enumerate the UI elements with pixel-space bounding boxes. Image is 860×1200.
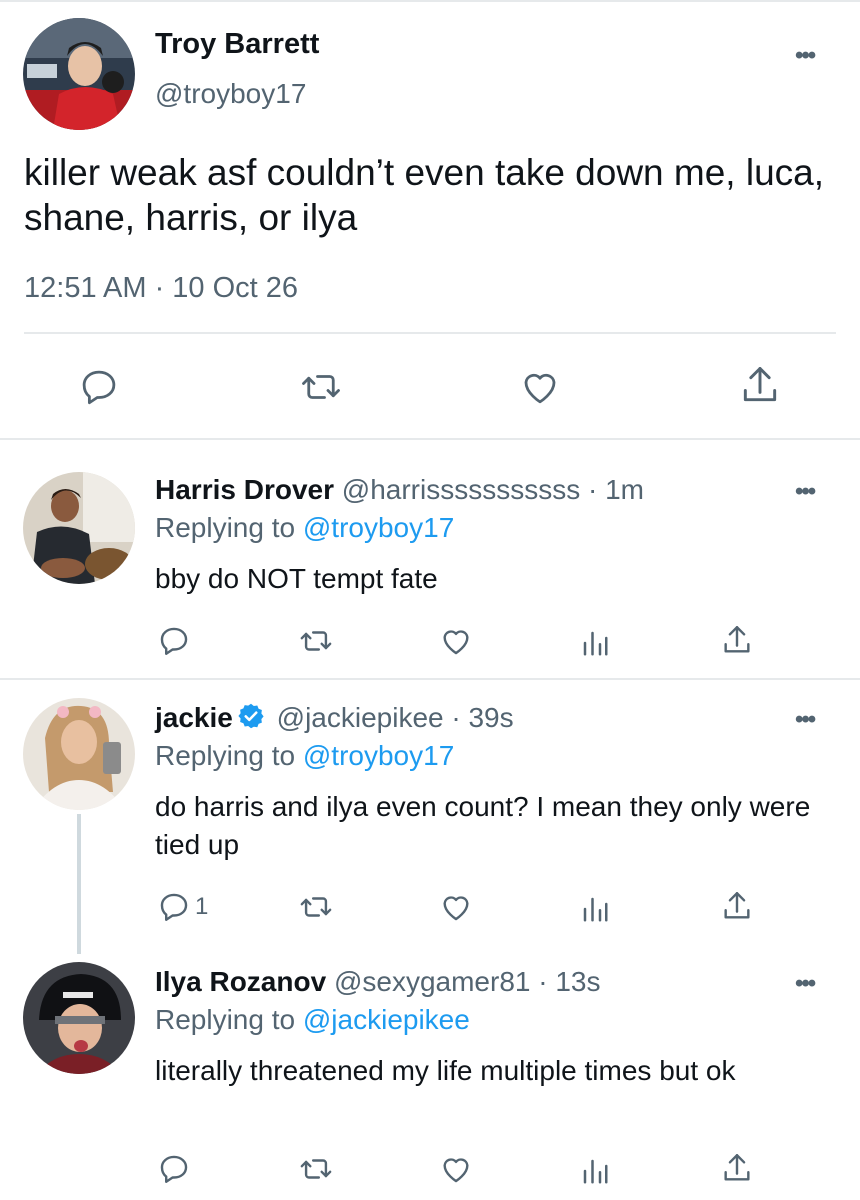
- views-button[interactable]: [580, 1154, 610, 1188]
- views-icon: [583, 897, 608, 922]
- avatar[interactable]: [23, 472, 135, 584]
- like-button[interactable]: [438, 624, 474, 658]
- like-button[interactable]: [438, 890, 474, 924]
- retweet-icon: [300, 897, 332, 917]
- author-handle[interactable]: @sexygamer81 · 13s: [334, 966, 601, 997]
- views-button[interactable]: [580, 626, 610, 660]
- share-button[interactable]: [720, 622, 754, 658]
- verified-badge-icon: [238, 703, 264, 729]
- avatar[interactable]: [23, 18, 135, 130]
- author-handle[interactable]: @troyboy17: [155, 78, 306, 110]
- like-icon: [443, 630, 469, 655]
- like-button[interactable]: [438, 1152, 474, 1186]
- tweet-text: killer weak asf couldn’t even take down …: [24, 152, 825, 238]
- author-name[interactable]: Harris Drover: [155, 474, 334, 505]
- more-icon[interactable]: •••: [795, 972, 816, 996]
- reply-icon: [82, 370, 116, 405]
- views-icon: [583, 1159, 608, 1184]
- reply-icon: [160, 893, 188, 921]
- divider: [24, 332, 836, 334]
- views-icon: [583, 631, 608, 656]
- reply-icon: [160, 627, 188, 655]
- top-divider: [0, 0, 860, 2]
- share-icon: [743, 367, 777, 402]
- reply-button[interactable]: 1: [157, 890, 208, 924]
- replying-to-link[interactable]: @jackiepikee: [303, 1004, 470, 1035]
- like-icon: [443, 896, 469, 921]
- reply-text: do harris and ilya even count? I mean th…: [155, 791, 811, 860]
- divider: [0, 438, 860, 440]
- reply-button[interactable]: [157, 624, 195, 658]
- replying-to-link[interactable]: @troyboy17: [303, 512, 454, 543]
- reply-button[interactable]: [157, 1152, 195, 1186]
- replying-to-label: Replying to: [155, 512, 303, 543]
- reply-text: literally threatened my life multiple ti…: [155, 1055, 736, 1086]
- share-icon: [724, 626, 750, 653]
- reply-button[interactable]: [78, 366, 120, 408]
- avatar[interactable]: [23, 962, 135, 1074]
- author-name[interactable]: Ilya Rozanov: [155, 966, 326, 997]
- reply-count: 1: [195, 893, 209, 920]
- more-icon[interactable]: •••: [795, 480, 816, 504]
- reply-icon: [160, 1155, 188, 1183]
- share-button[interactable]: [738, 362, 782, 408]
- retweet-button[interactable]: [297, 1152, 335, 1186]
- like-icon: [443, 1158, 469, 1183]
- more-icon[interactable]: •••: [795, 44, 816, 68]
- replying-to-label: Replying to: [155, 740, 303, 771]
- retweet-button[interactable]: [297, 890, 335, 924]
- author-handle[interactable]: @jackiepikee · 39s: [277, 702, 514, 733]
- share-icon: [724, 1154, 750, 1181]
- reply-text: bby do NOT tempt fate: [155, 563, 438, 594]
- replying-to: Replying to @troyboy17: [155, 740, 454, 772]
- author-handle[interactable]: @harrisssssssssss · 1m: [342, 474, 644, 505]
- share-button[interactable]: [720, 1150, 754, 1186]
- more-icon[interactable]: •••: [795, 708, 816, 732]
- author-name[interactable]: Troy Barrett: [155, 28, 319, 61]
- views-button[interactable]: [580, 892, 610, 926]
- retweet-button[interactable]: [297, 624, 335, 658]
- retweet-button[interactable]: [298, 366, 344, 408]
- thread-connector: [77, 814, 81, 954]
- share-button[interactable]: [720, 888, 754, 924]
- retweet-icon: [300, 631, 332, 651]
- replying-to-link[interactable]: @troyboy17: [303, 740, 454, 771]
- like-button[interactable]: [518, 366, 562, 408]
- retweet-icon: [302, 375, 340, 399]
- avatar[interactable]: [23, 698, 135, 810]
- replying-to-label: Replying to: [155, 1004, 303, 1035]
- share-icon: [724, 892, 750, 919]
- replying-to: Replying to @troyboy17: [155, 512, 454, 544]
- divider: [0, 678, 860, 680]
- author-name[interactable]: jackie: [155, 702, 233, 733]
- retweet-icon: [300, 1159, 332, 1179]
- replying-to: Replying to @jackiepikee: [155, 1004, 470, 1036]
- tweet-timestamp[interactable]: 12:51 AM · 10 Oct 26: [24, 272, 298, 305]
- like-icon: [524, 373, 556, 404]
